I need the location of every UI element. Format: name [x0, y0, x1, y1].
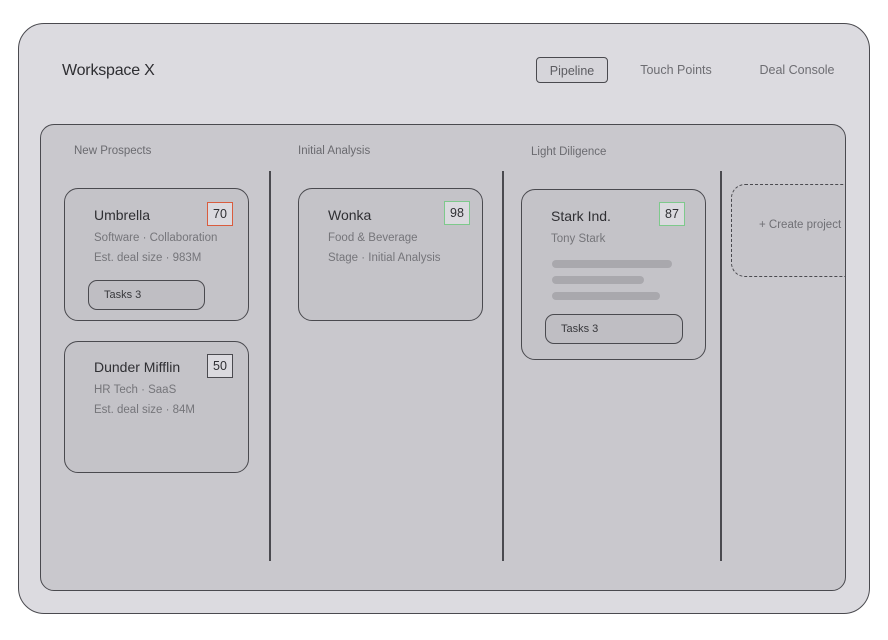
deal-card-dunder-mifflin[interactable]: Dunder Mifflin 50 HR Tech · SaaS Est. de…: [64, 341, 249, 473]
column-title-initial-analysis: Initial Analysis: [298, 145, 371, 157]
deal-card-contact: Tony Stark: [551, 233, 606, 245]
deal-score-badge: 50: [207, 354, 233, 378]
deal-card-category: Software · Collaboration: [94, 232, 218, 244]
deal-card-name: Umbrella: [94, 207, 151, 223]
column-divider: [720, 171, 722, 561]
deal-score-badge: 70: [207, 202, 233, 226]
nav-tab-deal-console[interactable]: Deal Console: [752, 57, 842, 83]
deal-card-size: Est. deal size · 84M: [94, 404, 195, 416]
tasks-button[interactable]: Tasks 3: [88, 280, 205, 310]
deal-card-umbrella[interactable]: Umbrella 70 Software · Collaboration Est…: [64, 188, 249, 321]
pipeline-board: New Prospects Initial Analysis Light Dil…: [40, 124, 846, 591]
deal-card-category: Food & Beverage: [328, 232, 418, 244]
deal-card-name: Stark Ind.: [551, 208, 611, 224]
deal-score-badge: 87: [659, 202, 685, 226]
create-project-label: + Create project: [759, 219, 842, 231]
deal-card-stage: Stage · Initial Analysis: [328, 252, 441, 264]
deal-card-wonka[interactable]: Wonka 98 Food & Beverage Stage · Initial…: [298, 188, 483, 321]
app-window: Workspace X Pipeline Touch Points Deal C…: [18, 23, 870, 614]
loading-placeholder-line: [552, 260, 672, 268]
deal-card-name: Wonka: [328, 207, 372, 223]
nav-tab-touch-points[interactable]: Touch Points: [631, 57, 721, 83]
column-title-new-prospects: New Prospects: [74, 145, 152, 157]
create-project-button[interactable]: + Create project: [731, 184, 845, 277]
loading-placeholder-line: [552, 276, 644, 284]
deal-score-badge: 98: [444, 201, 470, 225]
workspace-title: Workspace X: [62, 62, 155, 79]
tasks-button[interactable]: Tasks 3: [545, 314, 683, 344]
column-divider: [502, 171, 504, 561]
column-divider: [269, 171, 271, 561]
deal-card-category: HR Tech · SaaS: [94, 384, 177, 396]
deal-card-size: Est. deal size · 983M: [94, 252, 202, 264]
deal-card-name: Dunder Mifflin: [94, 359, 181, 375]
column-title-light-diligence: Light Diligence: [531, 146, 607, 158]
nav-tab-pipeline[interactable]: Pipeline: [536, 57, 608, 83]
loading-placeholder-line: [552, 292, 660, 300]
deal-card-stark-ind[interactable]: Stark Ind. 87 Tony Stark Tasks 3: [521, 189, 706, 360]
